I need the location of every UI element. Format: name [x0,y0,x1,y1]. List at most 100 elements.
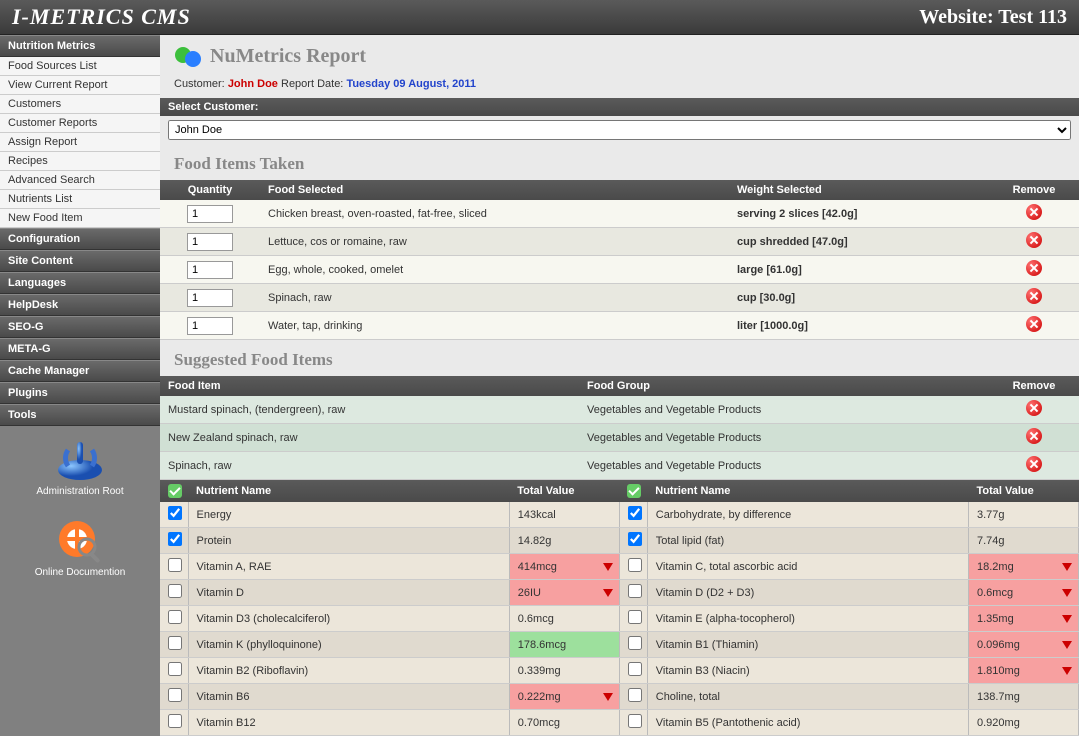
table-row: Lettuce, cos or romaine, rawcup shredded… [160,228,1079,256]
table-row: Spinach, rawcup [30.0g] [160,284,1079,312]
remove-button[interactable] [1026,456,1042,472]
weight-selected: cup [30.0g] [729,284,989,312]
weight-selected: cup shredded [47.0g] [729,228,989,256]
nutrient-checkbox[interactable] [168,610,182,624]
table-row: Chicken breast, oven-roasted, fat-free, … [160,200,1079,228]
food-name: Lettuce, cos or romaine, raw [260,228,729,256]
admin-root-tool[interactable]: Administration Root [0,426,160,507]
nav-section-4[interactable]: HelpDesk [0,294,160,316]
nutrient-checkbox[interactable] [628,532,642,546]
nav-section-9[interactable]: Tools [0,404,160,426]
online-doc-tool[interactable]: Online Documention [0,507,160,588]
nutrient-name: Protein [188,528,509,554]
nutrient-checkbox[interactable] [628,610,642,624]
nav-item[interactable]: Recipes [0,152,160,171]
nutrient-checkbox[interactable] [168,506,182,520]
suggested-group: Vegetables and Vegetable Products [579,396,989,424]
nutrient-checkbox[interactable] [168,688,182,702]
col-remove: Remove [989,180,1079,200]
nav-item[interactable]: Customer Reports [0,114,160,133]
nutrient-name: Vitamin D [188,580,509,606]
col-group: Food Group [579,376,989,396]
qty-input[interactable] [187,317,233,335]
table-row: Vitamin K (phylloquinone)178.6mcgVitamin… [160,632,1079,658]
qty-input[interactable] [187,289,233,307]
nutrient-value: 26IU [509,580,619,606]
col-nutname-l: Nutrient Name [188,480,509,502]
nutrient-name: Energy [188,502,509,528]
nutrient-name: Vitamin B2 (Riboflavin) [188,658,509,684]
nutrient-value: 178.6mcg [509,632,619,658]
nav-item[interactable]: Assign Report [0,133,160,152]
suggested-group: Vegetables and Vegetable Products [579,424,989,452]
nutrient-checkbox[interactable] [168,636,182,650]
nav-section-2[interactable]: Site Content [0,250,160,272]
nutrient-value: 0.6mcg [969,580,1079,606]
nav-item[interactable]: Customers [0,95,160,114]
nutrient-value: 1.810mg [969,658,1079,684]
nav-section-6[interactable]: META-G [0,338,160,360]
nav-section-1[interactable]: Configuration [0,228,160,250]
nutrient-checkbox[interactable] [168,662,182,676]
nav-item[interactable]: Nutrients List [0,190,160,209]
sidebar: Nutrition MetricsFood Sources ListView C… [0,35,160,736]
arrow-down-icon [1062,563,1072,571]
qty-input[interactable] [187,261,233,279]
remove-button[interactable] [1026,428,1042,444]
nav-section-8[interactable]: Plugins [0,382,160,404]
nutrient-checkbox[interactable] [628,558,642,572]
nutrient-checkbox[interactable] [628,636,642,650]
nutrient-checkbox[interactable] [628,714,642,728]
nutrient-checkbox[interactable] [628,506,642,520]
suggested-item: Spinach, raw [160,452,579,480]
table-row: Vitamin D3 (cholecalciferol)0.6mcgVitami… [160,606,1079,632]
customer-select[interactable]: John Doe [168,120,1071,140]
qty-input[interactable] [187,205,233,223]
nutrient-checkbox[interactable] [628,584,642,598]
nav-section-0[interactable]: Nutrition Metrics [0,35,160,57]
nutrient-value: 14.82g [509,528,619,554]
brand: I-METRICS CMS [12,4,191,30]
nutrient-name: Vitamin D3 (cholecalciferol) [188,606,509,632]
nutrient-name: Carbohydrate, by difference [647,502,968,528]
col-weight: Weight Selected [729,180,989,200]
col-nutval-r: Total Value [969,480,1079,502]
nutrient-value: 138.7mg [969,684,1079,710]
nutrient-value: 414mcg [509,554,619,580]
nutrient-checkbox[interactable] [168,558,182,572]
col-nutval-l: Total Value [509,480,619,502]
remove-button[interactable] [1026,232,1042,248]
nav-section-5[interactable]: SEO-G [0,316,160,338]
nav-item[interactable]: View Current Report [0,76,160,95]
nutrient-checkbox[interactable] [628,688,642,702]
nav-item[interactable]: Food Sources List [0,57,160,76]
nutrient-value: 1.35mg [969,606,1079,632]
nav-section-3[interactable]: Languages [0,272,160,294]
table-row: Egg, whole, cooked, omeletlarge [61.0g] [160,256,1079,284]
nutrient-checkbox[interactable] [168,584,182,598]
admin-root-label: Administration Root [36,486,123,497]
remove-button[interactable] [1026,260,1042,276]
remove-button[interactable] [1026,400,1042,416]
check-all-right-icon [627,484,641,498]
nutrient-checkbox[interactable] [168,532,182,546]
nutrient-value: 7.74g [969,528,1079,554]
weight-selected: large [61.0g] [729,256,989,284]
check-all-left-icon [168,484,182,498]
nav-item[interactable]: New Food Item [0,209,160,228]
nav-section-7[interactable]: Cache Manager [0,360,160,382]
nutrient-checkbox[interactable] [168,714,182,728]
food-taken-title: Food Items Taken [160,144,1079,180]
nav-item[interactable]: Advanced Search [0,171,160,190]
remove-button[interactable] [1026,288,1042,304]
remove-button[interactable] [1026,204,1042,220]
qty-input[interactable] [187,233,233,251]
remove-button[interactable] [1026,316,1042,332]
arrow-down-icon [603,563,613,571]
nutrient-value: 0.096mg [969,632,1079,658]
suggested-table: Food Item Food Group Remove Mustard spin… [160,376,1079,480]
arrow-down-icon [1062,667,1072,675]
nutrient-name: Total lipid (fat) [647,528,968,554]
nutrient-checkbox[interactable] [628,662,642,676]
report-meta: Customer: John Doe Report Date: Tuesday … [160,74,1079,98]
